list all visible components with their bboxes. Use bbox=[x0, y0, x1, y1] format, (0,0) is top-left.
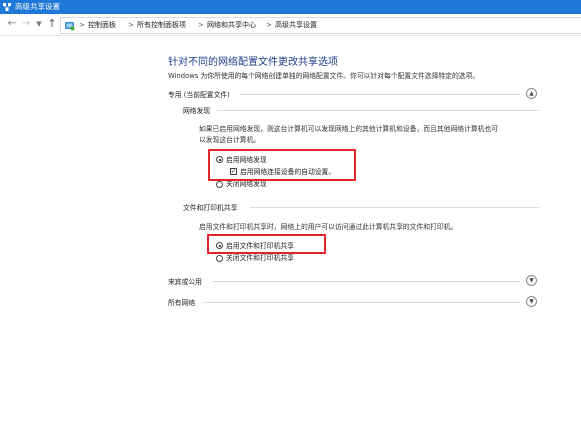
section-divider bbox=[240, 94, 520, 95]
network-icon bbox=[3, 3, 11, 11]
breadcrumb-separator: > bbox=[198, 21, 204, 29]
network-discovery-off-radio[interactable] bbox=[216, 181, 223, 188]
chevron-down-icon: ▼ bbox=[529, 277, 534, 284]
breadcrumb-separator: > bbox=[266, 21, 272, 29]
section-divider bbox=[250, 207, 539, 208]
breadcrumb-item-network-center[interactable]: 网络和共享中心 bbox=[207, 20, 256, 31]
control-panel-icon bbox=[65, 22, 75, 31]
file-sharing-title: 文件和打印机共享 bbox=[183, 204, 238, 212]
back-arrow-icon[interactable]: ← bbox=[6, 18, 18, 30]
network-discovery-description: 如果已启用网络发现，则这台计算机可以发现网络上的其他计算机和设备，而且其他网络计… bbox=[199, 125, 499, 144]
address-bar: ← → ▼ ↑ > 控制面板 > 所有控制面板项 > 网络和共享中心 > 高级共… bbox=[0, 14, 581, 36]
window-title: 高级共享设置 bbox=[15, 2, 60, 11]
profile-private-toggle[interactable]: ▲ bbox=[526, 88, 537, 99]
highlight-box bbox=[208, 149, 356, 181]
section-divider bbox=[217, 110, 539, 111]
breadcrumb-item-advanced-sharing[interactable]: 高级共享设置 bbox=[275, 20, 317, 31]
profile-guest-label[interactable]: 来宾或公用 bbox=[168, 276, 202, 286]
chevron-up-icon: ▲ bbox=[529, 90, 534, 97]
file-sharing-off-radio[interactable] bbox=[216, 255, 223, 262]
title-bar: 高级共享设置 bbox=[0, 0, 581, 14]
chevron-down-icon[interactable]: ▼ bbox=[33, 18, 45, 30]
page-description: Windows 为你所使用的每个网络创建单独的网络配置文件。你可以针对每个配置文… bbox=[168, 72, 480, 80]
chevron-down-icon: ▼ bbox=[529, 298, 534, 305]
profile-private-label[interactable]: 专用 (当前配置文件) bbox=[168, 89, 230, 99]
section-divider bbox=[203, 302, 520, 303]
profile-guest-toggle[interactable]: ▼ bbox=[526, 275, 537, 286]
network-discovery-title: 网络发现 bbox=[183, 107, 211, 115]
breadcrumb-item-control-panel[interactable]: 控制面板 bbox=[88, 20, 116, 31]
up-arrow-icon[interactable]: ↑ bbox=[46, 18, 58, 30]
highlight-box bbox=[207, 234, 326, 254]
breadcrumb-separator: > bbox=[79, 21, 85, 29]
breadcrumb-separator: > bbox=[128, 21, 134, 29]
breadcrumb[interactable]: > 控制面板 > 所有控制面板项 > 网络和共享中心 > 高级共享设置 bbox=[60, 17, 581, 34]
profile-all-toggle[interactable]: ▼ bbox=[526, 296, 537, 307]
breadcrumb-item-all-items[interactable]: 所有控制面板项 bbox=[137, 20, 186, 31]
page-title: 针对不同的网络配置文件更改共享选项 bbox=[168, 57, 338, 68]
section-divider bbox=[212, 281, 520, 282]
forward-arrow-icon[interactable]: → bbox=[20, 18, 32, 30]
file-sharing-description: 启用文件和打印机共享时，网络上的用户可以访问通过此计算机共享的文件和打印机。 bbox=[199, 223, 458, 231]
profile-all-label[interactable]: 所有网络 bbox=[168, 297, 195, 307]
